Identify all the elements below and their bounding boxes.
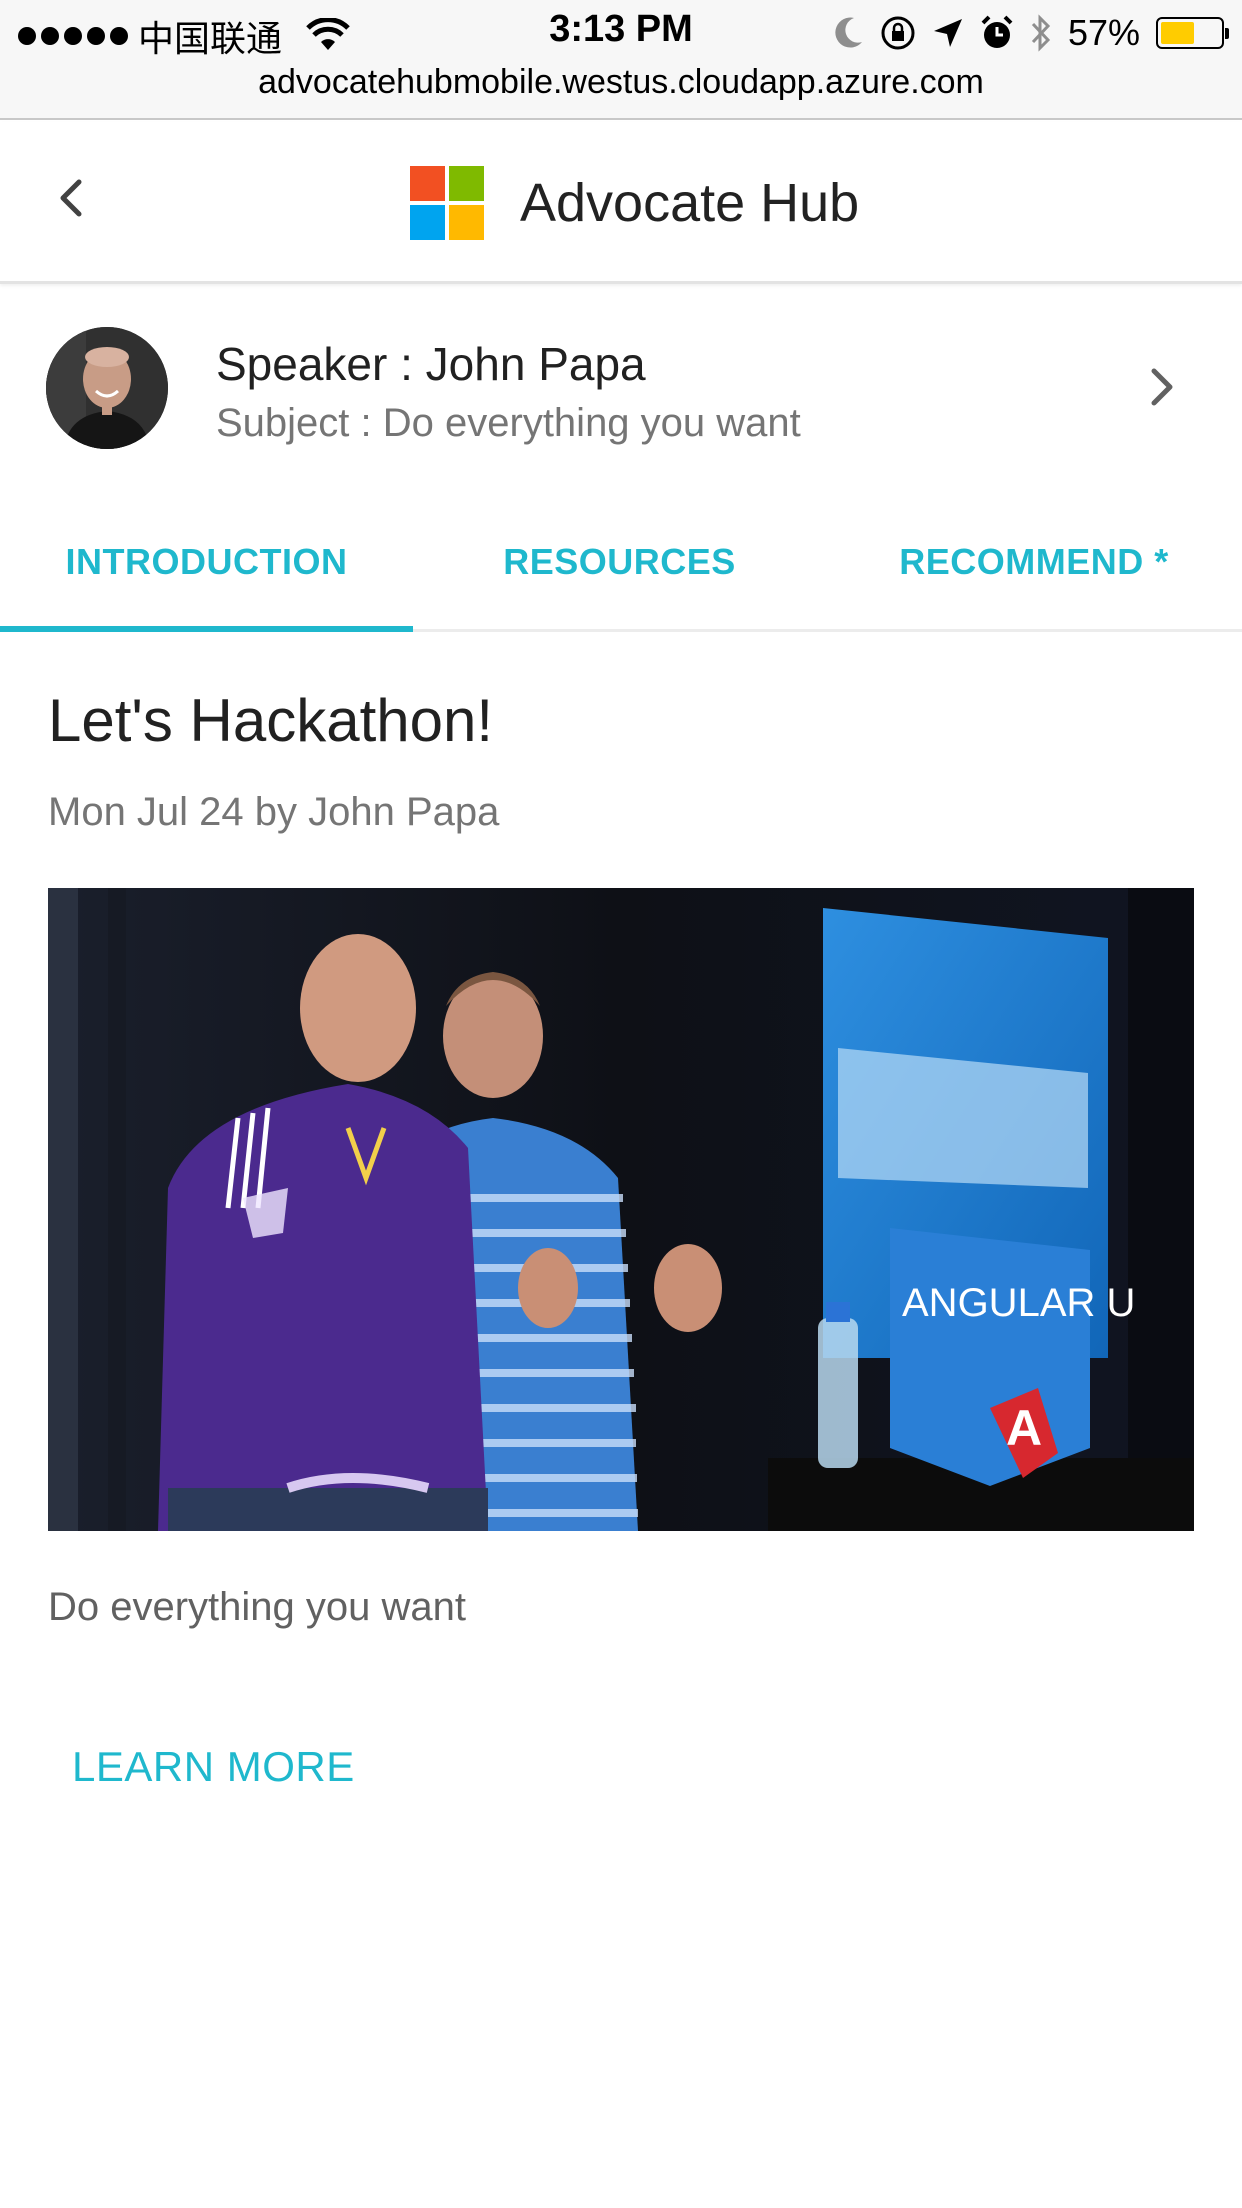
app-title: Advocate Hub bbox=[520, 173, 860, 233]
speaker-photo bbox=[46, 327, 168, 449]
tab-bar: INTRODUCTION RESOURCES RECOMMEND * bbox=[0, 512, 1242, 632]
learn-more-button[interactable]: LEARN MORE bbox=[72, 1743, 355, 1791]
active-tab-indicator bbox=[0, 626, 413, 632]
avatar bbox=[46, 327, 168, 449]
speaker-name: Speaker : John Papa bbox=[216, 338, 646, 390]
speaker-subject: Subject : Do everything you want bbox=[216, 401, 801, 445]
tab-recommend[interactable]: RECOMMEND * bbox=[826, 512, 1242, 632]
location-icon bbox=[933, 19, 962, 47]
article-body: Do everything you want bbox=[48, 1585, 467, 1629]
rotation-lock-icon bbox=[881, 16, 915, 50]
speaker-row[interactable]: Speaker : John Papa Subject : Do everyth… bbox=[0, 287, 1242, 477]
url-bar[interactable]: advocatehubmobile.westus.cloudapp.azure.… bbox=[0, 62, 1242, 120]
battery-level bbox=[1161, 22, 1195, 44]
chevron-right-icon bbox=[1151, 368, 1173, 406]
article-meta: Mon Jul 24 by John Papa bbox=[48, 790, 500, 834]
status-right: 57% bbox=[834, 12, 1229, 54]
battery-icon bbox=[1156, 17, 1229, 49]
battery-percentage: 57% bbox=[1067, 12, 1140, 53]
wifi-icon bbox=[306, 18, 350, 50]
chevron-left-icon bbox=[60, 179, 82, 217]
article-hero-image: A ANGULAR U bbox=[48, 888, 1194, 1531]
article-title: Let's Hackathon! bbox=[48, 687, 494, 754]
signal-strength-icon bbox=[18, 27, 128, 45]
angular-u-banner: ANGULAR U bbox=[902, 1281, 1135, 1325]
tab-introduction[interactable]: INTRODUCTION bbox=[0, 512, 413, 632]
microsoft-logo-icon bbox=[410, 166, 484, 240]
alarm-icon bbox=[981, 15, 1013, 48]
hero-photo: A ANGULAR U bbox=[48, 888, 1194, 1531]
carrier-name: 中国联通 bbox=[138, 18, 283, 59]
tab-resources[interactable]: RESOURCES bbox=[413, 512, 826, 632]
logo-square-yellow bbox=[449, 205, 484, 240]
moon-icon bbox=[835, 17, 862, 48]
page: 中国联通 3:13 PM 57% advocatehubmobile.westu… bbox=[0, 0, 1242, 2208]
logo-square-red bbox=[410, 166, 445, 201]
status-left: 中国联通 bbox=[18, 10, 350, 62]
app-header: Advocate Hub bbox=[0, 122, 1242, 284]
bluetooth-icon bbox=[1031, 14, 1051, 52]
back-button[interactable] bbox=[40, 167, 102, 229]
status-bar: 中国联通 3:13 PM 57% bbox=[0, 0, 1242, 62]
angular-logo-letter: A bbox=[1006, 1400, 1042, 1456]
brand: Advocate Hub bbox=[410, 166, 859, 240]
logo-square-blue bbox=[410, 205, 445, 240]
logo-square-green bbox=[449, 166, 484, 201]
url-text: advocatehubmobile.westus.cloudapp.azure.… bbox=[258, 63, 984, 101]
